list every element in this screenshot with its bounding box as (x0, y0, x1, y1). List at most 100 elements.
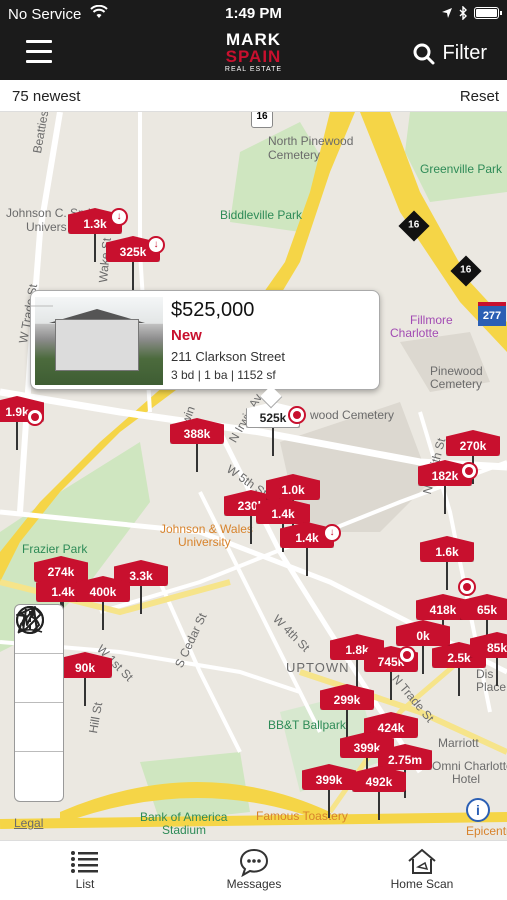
map-label-frazier-park: Frazier Park (22, 542, 88, 556)
open-house-icon (460, 462, 478, 480)
listing-pin-stick (84, 678, 86, 706)
list-icon (71, 851, 98, 873)
listing-address: 211 Clarkson Street (171, 349, 285, 364)
map-tools (14, 604, 64, 802)
listing-pin-stick (102, 602, 104, 630)
listing-pin[interactable]: 492k (352, 766, 406, 824)
selected-listing-icon (288, 406, 306, 424)
listing-specs: 3 bd | 1 ba | 1152 sf (171, 368, 276, 382)
listing-pin-price: 400k (76, 576, 130, 602)
listing-pin-price: 85k (470, 632, 507, 658)
tab-home-scan[interactable]: Home Scan (367, 847, 477, 891)
map-label-stadium: Stadium (162, 823, 207, 837)
map-label-greenville-park: Greenville Park (420, 162, 503, 176)
nav-bar: MARK SPAIN REAL ESTATE Filter (0, 28, 507, 80)
listing-pin-stick (496, 658, 498, 686)
map-label-cemetery-2: Cemetery (430, 377, 483, 391)
listing-pin-stick (444, 486, 446, 514)
map-label-marriott: Marriott (438, 736, 479, 750)
filter-label: Filter (442, 42, 487, 64)
listing-photo (35, 297, 163, 385)
home-scan-icon (408, 848, 436, 874)
house-shape (55, 319, 139, 371)
bluetooth-icon (459, 6, 467, 20)
listing-pin-price: 399k (302, 764, 356, 790)
filter-button[interactable]: Filter (413, 42, 487, 65)
chat-bubble-icon (239, 848, 269, 877)
tab-list-label: List (75, 877, 95, 891)
listing-pin-stick (250, 516, 252, 544)
listing-pin-price: 90k (58, 652, 112, 678)
results-count: 75 newest (12, 88, 81, 105)
clock-time: 1:49 PM (225, 5, 282, 22)
tab-messages[interactable]: Messages (199, 847, 309, 891)
listing-pin-stick (196, 444, 198, 472)
price-drop-icon: ↓ (323, 524, 341, 542)
tab-messages-label: Messages (226, 877, 282, 891)
map-label-univers: Univers (26, 220, 67, 234)
map-label-pinewood: Pinewood (430, 364, 483, 378)
map-label-university: University (178, 535, 231, 549)
listing-pin-price: 1.4k (256, 498, 310, 524)
location-arrow-icon (442, 8, 452, 18)
listing-pin[interactable]: 388k (170, 418, 224, 476)
listing-pin-stick (140, 586, 142, 614)
search-icon (413, 43, 435, 64)
listing-pin-stick (422, 646, 424, 674)
listing-pin[interactable]: 400k (76, 576, 130, 634)
map-label-wood-cemetery: wood Cemetery (310, 408, 395, 422)
map-label-fillmore: Fillmore (410, 313, 453, 327)
interstate-277-shield: 277 (478, 302, 506, 326)
listing-pin-price: 1.6k (420, 536, 474, 562)
listing-pin-price: 388k (170, 418, 224, 444)
listing-pin-stick (94, 234, 96, 262)
listing-pin-stick (390, 672, 392, 700)
listing-pin[interactable]: 90k (58, 652, 112, 710)
app-root: No Service 1:49 PM MARK SPAIN REAL ESTAT… (0, 0, 507, 900)
route-16-shield: 16 (251, 112, 273, 128)
listing-popup[interactable]: $525,000 New 211 Clarkson Street 3 bd | … (30, 290, 380, 409)
status-right-icons (441, 6, 502, 20)
tab-bar: List Messages Home Scan (0, 840, 507, 900)
map-label-cemetery: Cemetery (268, 148, 321, 162)
route-16-shield-2-label: 16 (408, 220, 420, 231)
listing-pin-stick (272, 428, 274, 456)
tab-home-scan-label: Home Scan (390, 877, 454, 891)
listing-pin[interactable]: 399k (302, 764, 356, 822)
road-view-button[interactable] (15, 606, 63, 752)
listing-pin-stick (328, 790, 330, 818)
map-label-omni: Omni Charlotte (432, 759, 507, 773)
listing-status: New (171, 327, 202, 344)
map-label-bank-of-america: Bank of America (140, 810, 228, 824)
listing-pin-price: 299k (320, 684, 374, 710)
draw-area-button[interactable] (15, 606, 63, 703)
listing-pin[interactable]: 85k (470, 632, 507, 690)
satellite-view-button[interactable] (15, 606, 63, 801)
map-view[interactable]: North Pinewood Cemetery Biddleville Park… (0, 112, 507, 840)
map-label-charlotte: Charlotte (390, 326, 439, 340)
listing-pin-stick (446, 562, 448, 590)
price-drop-icon: ↓ (110, 208, 128, 226)
listing-pin-stick (378, 792, 380, 820)
listing-pin-price: 0k (396, 620, 450, 646)
open-house-icon (398, 646, 416, 664)
map-label-north-pinewood: North Pinewood (268, 134, 354, 148)
map-legal-link[interactable]: Legal (14, 816, 43, 830)
info-icon[interactable]: i (466, 798, 490, 822)
open-house-icon (26, 408, 44, 426)
popup-more-icon[interactable] (31, 301, 53, 311)
battery-icon (474, 7, 502, 19)
logo-line-3: REAL ESTATE (224, 66, 283, 73)
reset-button[interactable]: Reset (460, 88, 499, 105)
price-drop-icon: ↓ (147, 236, 165, 254)
tab-list[interactable]: List (30, 847, 140, 891)
listing-pin-stick (458, 668, 460, 696)
listing-pin-price: 1.0k (266, 474, 320, 500)
listing-pin-stick (306, 548, 308, 576)
open-house-icon (458, 578, 476, 596)
globe-icon (16, 606, 44, 634)
status-bar: No Service 1:49 PM (0, 0, 507, 28)
map-label-biddleville-park: Biddleville Park (220, 208, 303, 222)
listing-pin-price: 270k (446, 430, 500, 456)
results-bar: 75 newest Reset (0, 80, 507, 112)
